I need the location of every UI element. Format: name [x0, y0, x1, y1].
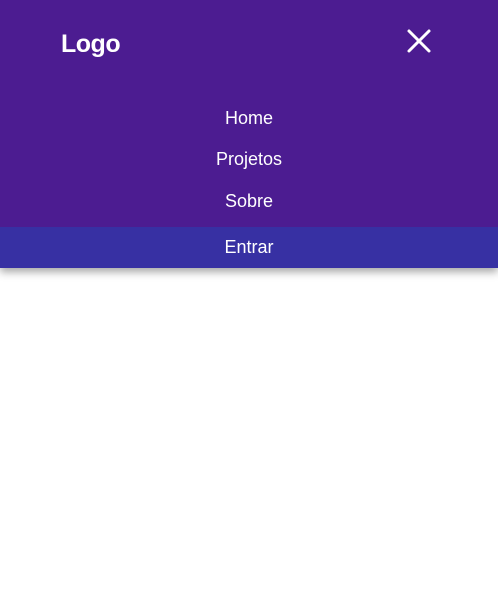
nav-item-projetos[interactable]: Projetos [0, 144, 498, 174]
page: Logo Home Projetos Sobre Entrar [0, 0, 498, 593]
nav-item-sobre[interactable]: Sobre [0, 186, 498, 216]
login-button[interactable]: Entrar [0, 227, 498, 268]
nav-item-home[interactable]: Home [0, 103, 498, 133]
mobile-nav-menu: Logo Home Projetos Sobre Entrar [0, 0, 498, 268]
